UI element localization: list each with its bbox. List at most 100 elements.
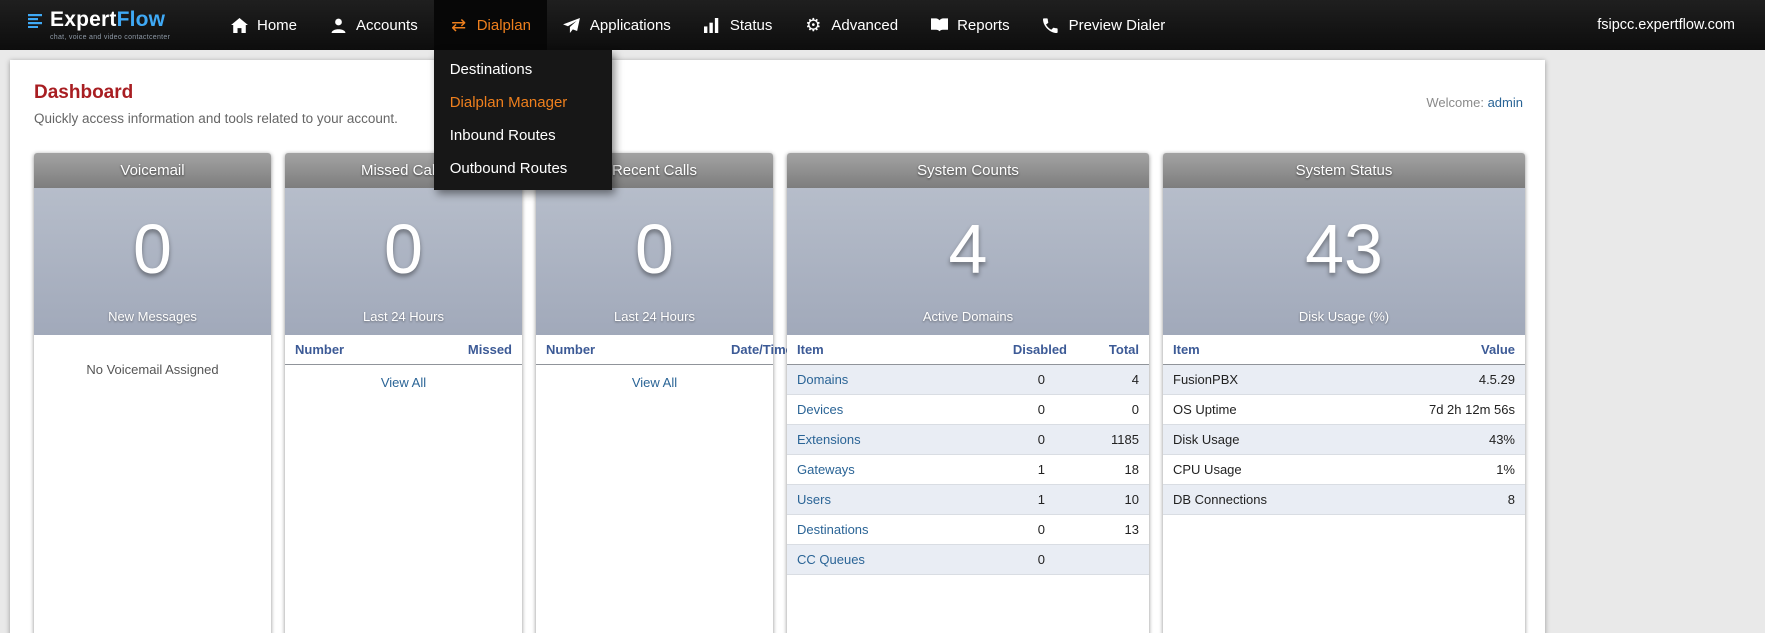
- nav-item-status[interactable]: Status: [687, 0, 789, 50]
- table-row: Destinations 0 13: [787, 514, 1149, 545]
- server-domain: fsipcc.expertflow.com: [1597, 17, 1735, 33]
- nav-label: Dialplan: [476, 16, 531, 34]
- welcome-text: Welcome: admin: [1426, 82, 1523, 110]
- nav-label: Accounts: [356, 16, 418, 34]
- col-missed: Missed: [403, 335, 522, 365]
- status-item: DB Connections: [1163, 484, 1344, 515]
- dropdown-item-dialplan-manager[interactable]: Dialplan Manager: [434, 86, 612, 119]
- nav-item-home[interactable]: Home: [214, 0, 313, 50]
- system-counts-stat: 4 Active Domains: [787, 188, 1149, 335]
- nav-label: Applications: [589, 16, 671, 34]
- panel-recent-calls: Recent Calls 0 Last 24 Hours Number Date…: [536, 153, 793, 633]
- nav-item-dialplan[interactable]: ⇄ Dialplan Destinations Dialplan Manager…: [433, 0, 612, 190]
- table-row: Gateways 1 18: [787, 454, 1149, 485]
- recent-calls-view-all: View All: [536, 365, 773, 402]
- item-link[interactable]: Domains: [797, 372, 848, 387]
- item-link[interactable]: Users: [797, 492, 831, 507]
- total-value: 1185: [1077, 424, 1149, 455]
- status-value: 1%: [1344, 454, 1525, 485]
- welcome-label: Welcome:: [1426, 95, 1484, 110]
- system-counts-title: System Counts: [787, 153, 1149, 188]
- col-value: Value: [1344, 335, 1525, 365]
- system-status-table: Item Value FusionPBX 4.5.29 OS Uptime 7d…: [1163, 335, 1525, 515]
- welcome-user-link[interactable]: admin: [1488, 95, 1523, 110]
- missed-calls-stat: 0 Last 24 Hours: [285, 188, 522, 335]
- recent-calls-count: 0: [635, 209, 674, 288]
- phone-icon: [1042, 17, 1060, 33]
- col-number: Number: [536, 335, 721, 365]
- missed-calls-count: 0: [384, 209, 423, 288]
- voicemail-count-label: New Messages: [108, 309, 197, 324]
- recent-calls-table: Number Date/Time: [536, 335, 793, 365]
- disabled-value: 0: [985, 364, 1077, 395]
- nav-item-accounts[interactable]: Accounts: [313, 0, 434, 50]
- table-row: OS Uptime 7d 2h 12m 56s: [1163, 394, 1525, 425]
- nav-list: Home Accounts ⇄ Dialplan Destinations Di…: [214, 0, 1182, 190]
- col-total: Total: [1077, 335, 1149, 365]
- col-item: Item: [787, 335, 985, 365]
- missed-calls-table: Number Missed: [285, 335, 522, 365]
- system-status-title: System Status: [1163, 153, 1525, 188]
- system-status-count: 43: [1305, 209, 1383, 288]
- table-row: Domains 0 4: [787, 364, 1149, 395]
- col-disabled: Disabled: [985, 335, 1077, 365]
- table-row: Devices 0 0: [787, 394, 1149, 425]
- panel-system-status: System Status 43 Disk Usage (%) Item Val…: [1163, 153, 1525, 633]
- nav-item-preview-dialer[interactable]: Preview Dialer: [1026, 0, 1182, 50]
- nav-item-advanced[interactable]: ⚙ Advanced: [788, 0, 914, 50]
- system-status-count-label: Disk Usage (%): [1298, 309, 1390, 324]
- dashboard-panels: Voicemail 0 New Messages No Voicemail As…: [34, 153, 1525, 633]
- system-counts-table: Item Disabled Total Domains 0 4 Devices …: [787, 335, 1149, 575]
- table-row: Disk Usage 43%: [1163, 424, 1525, 455]
- nav-item-applications[interactable]: Applications: [547, 0, 687, 50]
- missed-calls-view-all: View All: [285, 365, 522, 402]
- paper-plane-icon: [563, 17, 581, 33]
- panel-voicemail: Voicemail 0 New Messages No Voicemail As…: [34, 153, 271, 633]
- status-item: OS Uptime: [1163, 394, 1344, 425]
- table-row: DB Connections 8: [1163, 484, 1525, 515]
- total-value: [1077, 544, 1149, 575]
- item-link[interactable]: Destinations: [797, 522, 869, 537]
- item-link[interactable]: Gateways: [797, 462, 855, 477]
- item-link[interactable]: Extensions: [797, 432, 861, 447]
- voicemail-body: No Voicemail Assigned: [34, 335, 271, 633]
- recent-calls-count-label: Last 24 Hours: [614, 309, 695, 324]
- disabled-value: 0: [985, 394, 1077, 425]
- total-value: 0: [1077, 394, 1149, 425]
- system-status-body: Item Value FusionPBX 4.5.29 OS Uptime 7d…: [1163, 335, 1525, 633]
- brand-logo[interactable]: ExpertFlow chat, voice and video contact…: [28, 9, 214, 41]
- page-header: Dashboard Quickly access information and…: [34, 82, 1523, 126]
- table-row: CC Queues 0: [787, 544, 1149, 575]
- status-value: 8: [1344, 484, 1525, 515]
- panel-missed-calls: Missed Calls 0 Last 24 Hours Number Miss…: [285, 153, 522, 633]
- book-icon: [930, 18, 948, 32]
- main-content: Dashboard Quickly access information and…: [10, 60, 1545, 633]
- page-subtitle: Quickly access information and tools rel…: [34, 111, 398, 126]
- view-all-link[interactable]: View All: [632, 375, 677, 390]
- col-number: Number: [285, 335, 404, 365]
- nav-item-reports[interactable]: Reports: [914, 0, 1026, 50]
- status-item: FusionPBX: [1163, 364, 1344, 395]
- dropdown-item-destinations[interactable]: Destinations: [434, 53, 612, 86]
- user-icon: [329, 18, 347, 33]
- home-icon: [230, 17, 248, 33]
- status-value: 4.5.29: [1344, 364, 1525, 395]
- voicemail-empty-text: No Voicemail Assigned: [86, 362, 219, 377]
- voicemail-count: 0: [133, 209, 172, 288]
- col-date-time: Date/Time: [721, 335, 793, 365]
- total-value: 4: [1077, 364, 1149, 395]
- total-value: 18: [1077, 454, 1149, 485]
- dropdown-item-outbound-routes[interactable]: Outbound Routes: [434, 152, 612, 185]
- table-row: FusionPBX 4.5.29: [1163, 364, 1525, 395]
- dropdown-item-inbound-routes[interactable]: Inbound Routes: [434, 119, 612, 152]
- system-counts-body: Item Disabled Total Domains 0 4 Devices …: [787, 335, 1149, 633]
- disabled-value: 1: [985, 454, 1077, 485]
- disabled-value: 0: [985, 544, 1077, 575]
- top-nav: ExpertFlow chat, voice and video contact…: [0, 0, 1765, 190]
- nav-label: Reports: [957, 16, 1010, 34]
- item-link[interactable]: Devices: [797, 402, 843, 417]
- item-link[interactable]: CC Queues: [797, 552, 865, 567]
- table-row: Users 1 10: [787, 484, 1149, 515]
- view-all-link[interactable]: View All: [381, 375, 426, 390]
- total-value: 10: [1077, 484, 1149, 515]
